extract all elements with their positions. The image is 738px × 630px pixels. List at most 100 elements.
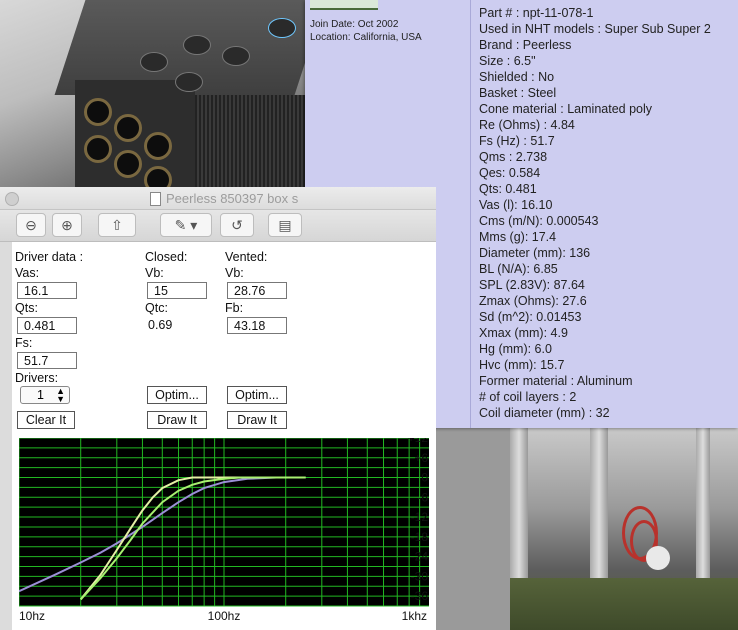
frequency-response-chart: +12 +6 0 -6 -12 -18 -24 -30 -36 10hz 100hz 1khz [19, 438, 429, 630]
driver-data-heading: Driver data : [15, 250, 84, 264]
spec-line: Coil diameter (mm) : 32 [479, 406, 610, 420]
grass [510, 578, 738, 630]
zoom-in-icon: ⊕ [61, 217, 73, 233]
spec-line: Hg (mm): 6.0 [479, 342, 552, 356]
device-button [268, 18, 296, 38]
markup-button[interactable]: ✎ ▾ [160, 213, 212, 237]
vas-label: Vas: [15, 266, 40, 280]
window-title: Peerless 850397 box s [166, 191, 299, 206]
drivers-stepper[interactable]: 1 ▲ ▼ [20, 386, 70, 404]
y-tick-label: -36 [411, 589, 429, 603]
device-button [183, 35, 211, 55]
grille-hole [114, 114, 142, 142]
toolbox-icon: ▤ [278, 217, 292, 233]
vented-vb-label: Vb: [225, 266, 244, 280]
window-gutter [0, 242, 12, 630]
spec-line: Hvc (mm): 15.7 [479, 358, 565, 372]
document-icon [150, 192, 161, 206]
join-date: Join Date: Oct 2002 [310, 19, 399, 30]
fs-label: Fs: [15, 336, 33, 350]
spec-line: Fs (Hz) : 51.7 [479, 134, 555, 148]
zoom-out-button[interactable]: ⊖ [16, 213, 46, 237]
closed-vb-input[interactable]: 15 [147, 282, 207, 299]
spec-line: Mms (g): 17.4 [479, 230, 557, 244]
share-button[interactable]: ⇧ [98, 213, 136, 237]
vented-vb-input[interactable]: 28.76 [227, 282, 287, 299]
qts-input[interactable]: 0.481 [17, 317, 77, 334]
spec-line: Size : 6.5" [479, 54, 536, 68]
vented-optimize-button[interactable]: Optim... [227, 386, 287, 404]
chart-svg: +12 +6 0 -6 -12 -18 -24 -30 -36 10hz 100hz 1khz [19, 438, 429, 623]
toolbar: ⊖ ⊕ ⇧ ✎ ▾ ↺ ▤ [0, 210, 436, 242]
grille-hole [84, 98, 112, 126]
device-button [222, 46, 250, 66]
zoom-out-icon: ⊖ [25, 217, 37, 233]
drivers-value: 1 [37, 388, 44, 402]
y-tick-label: -24 [411, 550, 429, 564]
ball [646, 546, 670, 570]
vented-heading: Vented: [225, 250, 268, 264]
background-photo-yard [510, 428, 738, 630]
rotate-icon: ↺ [231, 217, 243, 233]
user-meta: Join Date: Oct 2002 Location: California… [310, 18, 422, 44]
close-button[interactable] [5, 192, 19, 206]
y-tick-label: -6 [417, 490, 428, 504]
x-tick-label: 10hz [19, 609, 45, 623]
spec-line: Cms (m/N): 0.000543 [479, 214, 599, 228]
closed-heading: Closed: [145, 250, 188, 264]
pen-icon: ✎ ▾ [174, 217, 198, 233]
divider [470, 0, 471, 428]
y-tick-label: 0 [421, 471, 428, 485]
qtc-label: Qtc: [145, 301, 168, 315]
y-tick-label: +12 [408, 438, 429, 445]
y-tick-label: -18 [411, 530, 429, 544]
spec-line: Xmax (mm): 4.9 [479, 326, 568, 340]
spec-line: Sd (m^2): 0.01453 [479, 310, 582, 324]
spec-line: Qts: 0.481 [479, 182, 537, 196]
titlebar: Peerless 850397 box s [0, 187, 436, 210]
y-tick-label: +6 [414, 451, 428, 465]
vas-input[interactable]: 16.1 [17, 282, 77, 299]
spec-line: Diameter (mm): 136 [479, 246, 591, 260]
x-tick-label: 100hz [208, 609, 241, 623]
spec-line: Used in NHT models : Super Sub Super 2 [479, 22, 711, 36]
device-button [140, 52, 168, 72]
closed-vb-label: Vb: [145, 266, 164, 280]
spec-line: Basket : Steel [479, 86, 557, 100]
stepper-arrows-icon: ▲ ▼ [56, 386, 65, 404]
spec-line: Shielded : No [479, 70, 555, 84]
spec-line: Cone material : Laminated poly [479, 102, 653, 116]
zoom-in-button[interactable]: ⊕ [52, 213, 82, 237]
spec-line: Former material : Aluminum [479, 374, 633, 388]
fb-input[interactable]: 43.18 [227, 317, 287, 334]
background-photo-speaker [0, 0, 310, 190]
spec-list: Part # : npt-11-078-1 Used in NHT models … [479, 5, 711, 421]
spec-line: # of coil layers : 2 [479, 390, 577, 404]
rotate-button[interactable]: ↺ [220, 213, 254, 237]
toolbox-button[interactable]: ▤ [268, 213, 302, 237]
spec-line: Qms : 2.738 [479, 150, 548, 164]
spec-line: Re (Ohms) : 4.84 [479, 118, 575, 132]
spec-line: BL (N/A): 6.85 [479, 262, 558, 276]
fb-label: Fb: [225, 301, 244, 315]
y-tick-label: -30 [411, 569, 429, 583]
avatar [310, 0, 378, 10]
spec-line: Qes: 0.584 [479, 166, 541, 180]
fs-input[interactable]: 51.7 [17, 352, 77, 369]
device-grille [195, 95, 310, 190]
closed-draw-button[interactable]: Draw It [147, 411, 207, 429]
device-button [175, 72, 203, 92]
y-tick-label: -12 [411, 510, 429, 524]
spec-line: Zmax (Ohms): 27.6 [479, 294, 587, 308]
spec-line: Brand : Peerless [479, 38, 572, 52]
spec-line: Part # : npt-11-078-1 [479, 6, 594, 20]
spec-line: Vas (l): 16.10 [479, 198, 553, 212]
qtc-value: 0.69 [148, 318, 173, 332]
spec-line: SPL (2.83V): 87.64 [479, 278, 585, 292]
share-icon: ⇧ [111, 217, 123, 233]
grille-hole [114, 150, 142, 178]
vented-draw-button[interactable]: Draw It [227, 411, 287, 429]
clear-it-button[interactable]: Clear It [17, 411, 75, 429]
closed-optimize-button[interactable]: Optim... [147, 386, 207, 404]
qts-label: Qts: [15, 301, 38, 315]
